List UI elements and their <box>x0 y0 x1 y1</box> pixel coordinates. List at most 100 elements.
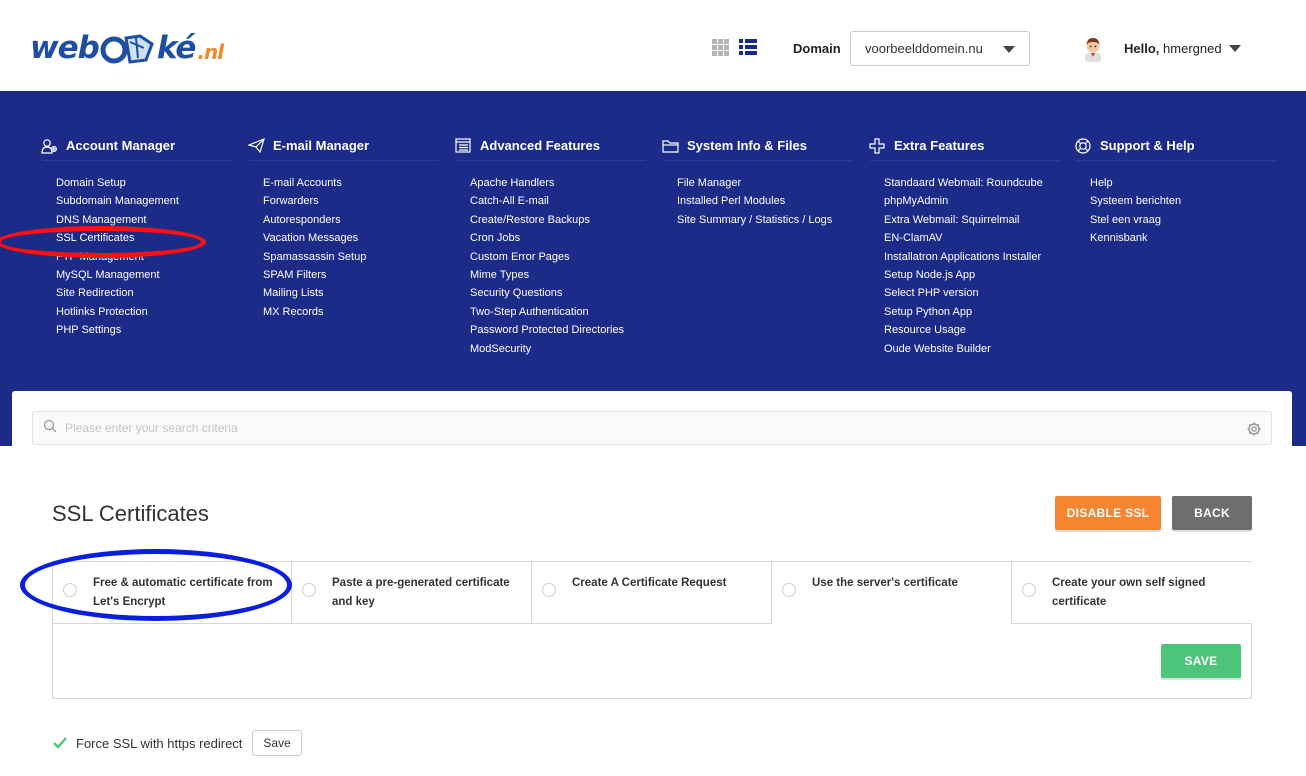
nav-item-hotlinks-protection[interactable]: Hotlinks Protection <box>56 303 232 321</box>
chevron-down-icon <box>1003 46 1015 53</box>
nav-item-custom-error-pages[interactable]: Custom Error Pages <box>470 248 646 266</box>
nav-item-oude-website-builder[interactable]: Oude Website Builder <box>884 340 1060 358</box>
nav-item-systeem-berichten[interactable]: Systeem berichten <box>1090 192 1276 210</box>
nav-item-autoresponders[interactable]: Autoresponders <box>263 211 439 229</box>
account-manager-icon <box>40 138 58 154</box>
webreake-logo[interactable]: web ké .nl <box>30 28 224 68</box>
nav-heading: Account Manager <box>40 131 232 161</box>
nav-column-system-info: System Info & Files File Manager Install… <box>661 131 853 229</box>
nav-item-installed-perl-modules[interactable]: Installed Perl Modules <box>677 192 853 210</box>
radio-button[interactable] <box>302 583 316 597</box>
nav-item-password-protected-directories[interactable]: Password Protected Directories <box>470 321 646 339</box>
hello-username: hmergned <box>1163 41 1222 56</box>
save-button[interactable]: SAVE <box>1161 644 1241 678</box>
nav-item-create-restore-backups[interactable]: Create/Restore Backups <box>470 211 646 229</box>
list-view-icon[interactable] <box>739 39 757 56</box>
radio-button[interactable] <box>1022 583 1036 597</box>
tab-label: Create A Certificate Request <box>572 577 727 589</box>
nav-item-cron-jobs[interactable]: Cron Jobs <box>470 229 646 247</box>
top-bar: web ké .nl Domain voorbeelddomein.nu Hel… <box>0 0 1306 91</box>
nav-item-en-clamav[interactable]: EN-ClamAV <box>884 229 1060 247</box>
nav-heading-label: E-mail Manager <box>273 138 370 153</box>
domain-select[interactable]: voorbeelddomein.nu <box>850 31 1030 66</box>
search-icon <box>43 419 57 438</box>
nav-item-mysql-management[interactable]: MySQL Management <box>56 266 232 284</box>
nav-item-roundcube[interactable]: Standaard Webmail: Roundcube <box>884 174 1060 192</box>
nav-item-subdomain-management[interactable]: Subdomain Management <box>56 192 232 210</box>
hello-prefix: Hello, <box>1124 41 1160 56</box>
nav-item-forwarders[interactable]: Forwarders <box>263 192 439 210</box>
nav-heading: Support & Help <box>1074 131 1276 161</box>
nav-item-installatron[interactable]: Installatron Applications Installer <box>884 248 1060 266</box>
nav-item-domain-setup[interactable]: Domain Setup <box>56 174 232 192</box>
logo-text-right: ké <box>156 30 197 66</box>
list-panel-icon <box>454 138 472 154</box>
user-avatar-icon[interactable] <box>1082 36 1104 62</box>
tab-self-signed[interactable]: Create your own self signed certificate <box>1012 562 1252 624</box>
nav-item-select-php-version[interactable]: Select PHP version <box>884 284 1060 302</box>
nav-item-setup-python-app[interactable]: Setup Python App <box>884 303 1060 321</box>
nav-item-security-questions[interactable]: Security Questions <box>470 284 646 302</box>
nav-item-mime-types[interactable]: Mime Types <box>470 266 646 284</box>
back-button[interactable]: BACK <box>1172 496 1252 530</box>
user-greeting[interactable]: Hello, hmergned <box>1124 41 1222 56</box>
nav-heading-label: Account Manager <box>66 138 176 153</box>
nav-heading: Advanced Features <box>454 131 646 161</box>
nav-item-mailing-lists[interactable]: Mailing Lists <box>263 284 439 302</box>
domain-label: Domain <box>793 41 841 56</box>
paper-plane-icon <box>247 138 265 154</box>
nav-item-php-settings[interactable]: PHP Settings <box>56 321 232 339</box>
domain-select-value: voorbeelddomein.nu <box>865 41 983 56</box>
nav-column-extra-features: Extra Features Standaard Webmail: Roundc… <box>868 131 1060 358</box>
tab-label: Use the server's certificate <box>812 577 958 589</box>
nav-column-support-help: Support & Help Help Systeem berichten St… <box>1074 131 1276 248</box>
page-title: SSL Certificates <box>52 501 209 526</box>
nav-item-spam-filters[interactable]: SPAM Filters <box>263 266 439 284</box>
nav-list: E-mail Accounts Forwarders Autoresponder… <box>263 174 439 321</box>
nav-item-site-summary[interactable]: Site Summary / Statistics / Logs <box>677 211 853 229</box>
nav-item-modsecurity[interactable]: ModSecurity <box>470 340 646 358</box>
force-ssl-checkbox[interactable] <box>52 735 68 751</box>
nav-list: Standaard Webmail: Roundcube phpMyAdmin … <box>884 174 1060 358</box>
nav-item-spamassassin-setup[interactable]: Spamassassin Setup <box>263 248 439 266</box>
tab-paste-certificate[interactable]: Paste a pre-generated certificate and ke… <box>292 562 532 624</box>
force-ssl-label: Force SSL with https redirect <box>76 735 243 751</box>
nav-item-email-accounts[interactable]: E-mail Accounts <box>263 174 439 192</box>
nav-item-apache-handlers[interactable]: Apache Handlers <box>470 174 646 192</box>
force-ssl-save-button[interactable]: Save <box>252 730 302 756</box>
radio-button[interactable] <box>782 583 796 597</box>
tab-label: Create your own self signed certificate <box>1052 577 1206 608</box>
logo-text-left: web <box>30 30 100 66</box>
nav-list: File Manager Installed Perl Modules Site… <box>677 174 853 229</box>
tab-server-certificate[interactable]: Use the server's certificate <box>772 562 1012 624</box>
nav-item-mx-records[interactable]: MX Records <box>263 303 439 321</box>
tab-certificate-request[interactable]: Create A Certificate Request <box>532 562 772 624</box>
nav-item-phpmyadmin[interactable]: phpMyAdmin <box>884 192 1060 210</box>
plus-cross-icon <box>868 137 886 154</box>
nav-list: Help Systeem berichten Stel een vraag Ke… <box>1090 174 1276 248</box>
nav-heading: Extra Features <box>868 131 1060 161</box>
user-menu-chevron-icon[interactable] <box>1229 45 1241 52</box>
nav-item-help[interactable]: Help <box>1090 174 1276 192</box>
nav-item-stel-een-vraag[interactable]: Stel een vraag <box>1090 211 1276 229</box>
nav-column-advanced-features: Advanced Features Apache Handlers Catch-… <box>454 131 646 358</box>
radio-button[interactable] <box>542 583 556 597</box>
nav-item-setup-nodejs-app[interactable]: Setup Node.js App <box>884 266 1060 284</box>
nav-item-file-manager[interactable]: File Manager <box>677 174 853 192</box>
grid-view-icon[interactable] <box>712 39 729 56</box>
nav-list: Apache Handlers Catch-All E-mail Create/… <box>470 174 646 358</box>
nav-item-two-step-authentication[interactable]: Two-Step Authentication <box>470 303 646 321</box>
nav-item-vacation-messages[interactable]: Vacation Messages <box>263 229 439 247</box>
nav-item-squirrelmail[interactable]: Extra Webmail: Squirrelmail <box>884 211 1060 229</box>
nav-heading: System Info & Files <box>661 131 853 161</box>
gear-icon[interactable] <box>1247 422 1261 441</box>
search-input[interactable] <box>65 421 1235 435</box>
search-bar <box>32 411 1272 445</box>
nav-item-resource-usage[interactable]: Resource Usage <box>884 321 1060 339</box>
nav-heading-label: Support & Help <box>1100 138 1195 153</box>
disable-ssl-button[interactable]: DISABLE SSL <box>1055 496 1161 530</box>
nav-item-catch-all-email[interactable]: Catch-All E-mail <box>470 192 646 210</box>
nav-item-site-redirection[interactable]: Site Redirection <box>56 284 232 302</box>
lifebuoy-icon <box>1074 137 1092 154</box>
nav-item-kennisbank[interactable]: Kennisbank <box>1090 229 1276 247</box>
